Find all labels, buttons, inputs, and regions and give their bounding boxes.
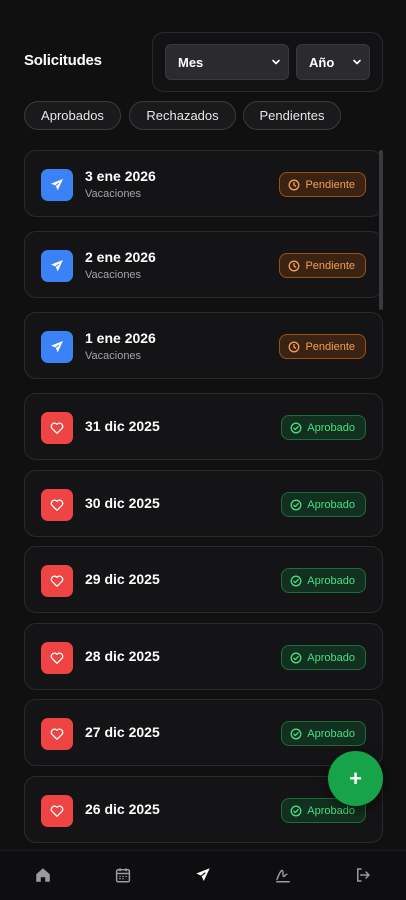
status-badge: Aprobado [281, 721, 366, 746]
check-circle-icon [290, 575, 302, 586]
request-date: 29 dic 2025 [85, 571, 160, 587]
heart-icon [41, 642, 73, 674]
request-type: Vacaciones [85, 350, 142, 362]
header: Solicitudes Mes Año [0, 0, 406, 100]
heart-icon [41, 412, 73, 444]
logout-icon[interactable] [354, 866, 374, 886]
status-badge: Aprobado [281, 415, 366, 440]
chip-pendientes[interactable]: Pendientes [243, 101, 341, 130]
airplane-icon [41, 169, 73, 201]
status-badge: Pendiente [279, 172, 366, 197]
check-circle-icon [290, 805, 302, 816]
date-filter-box: Mes Año [152, 32, 383, 92]
month-select[interactable]: Mes [165, 44, 289, 80]
request-card[interactable]: 3 ene 2026 Vacaciones Pendiente [24, 150, 383, 217]
heart-icon [41, 489, 73, 521]
heart-icon [41, 718, 73, 750]
check-circle-icon [290, 728, 302, 739]
airplane-icon[interactable] [194, 866, 214, 886]
status-label: Aprobado [307, 727, 355, 740]
request-date: 3 ene 2026 [85, 168, 156, 184]
request-type: Vacaciones [85, 269, 142, 281]
status-label: Pendiente [305, 259, 355, 272]
request-card[interactable]: 1 ene 2026 Vacaciones Pendiente [24, 312, 383, 379]
request-card[interactable]: 30 dic 2025 Aprobado [24, 470, 383, 537]
check-circle-icon [290, 422, 302, 433]
bottom-nav [0, 850, 406, 900]
status-label: Aprobado [307, 804, 355, 817]
status-label: Pendiente [305, 340, 355, 353]
check-circle-icon [290, 652, 302, 663]
status-label: Aprobado [307, 498, 355, 511]
signature-icon[interactable] [274, 866, 294, 886]
add-request-button[interactable]: + [328, 751, 383, 806]
request-date: 31 dic 2025 [85, 418, 160, 434]
year-select-label: Año [309, 54, 335, 70]
request-card[interactable]: 2 ene 2026 Vacaciones Pendiente [24, 231, 383, 298]
request-date: 1 ene 2026 [85, 330, 156, 346]
heart-icon [41, 795, 73, 827]
status-badge: Aprobado [281, 645, 366, 670]
request-date: 28 dic 2025 [85, 648, 160, 664]
status-badge: Aprobado [281, 568, 366, 593]
request-card[interactable]: 29 dic 2025 Aprobado [24, 546, 383, 613]
month-select-label: Mes [178, 54, 204, 70]
status-label: Pendiente [305, 178, 355, 191]
status-badge: Pendiente [279, 334, 366, 359]
heart-icon [41, 565, 73, 597]
chevron-down-icon [353, 59, 361, 65]
scrollbar[interactable] [379, 150, 383, 310]
year-select[interactable]: Año [296, 44, 370, 80]
clock-icon [289, 341, 300, 352]
plus-icon: + [349, 765, 362, 791]
request-card[interactable]: 31 dic 2025 Aprobado [24, 393, 383, 460]
request-card[interactable]: 28 dic 2025 Aprobado [24, 623, 383, 690]
clock-icon [289, 179, 300, 190]
status-badge: Pendiente [279, 253, 366, 278]
request-date: 27 dic 2025 [85, 724, 160, 740]
request-date: 30 dic 2025 [85, 495, 160, 511]
page-title: Solicitudes [24, 52, 102, 69]
status-badge: Aprobado [281, 492, 366, 517]
airplane-icon [41, 250, 73, 282]
request-date: 26 dic 2025 [85, 801, 160, 817]
chip-rechazados[interactable]: Rechazados [129, 101, 236, 130]
check-circle-icon [290, 499, 302, 510]
request-date: 2 ene 2026 [85, 249, 156, 265]
status-label: Aprobado [307, 574, 355, 587]
chip-aprobados[interactable]: Aprobados [24, 101, 121, 130]
clock-icon [289, 260, 300, 271]
status-label: Aprobado [307, 651, 355, 664]
request-type: Vacaciones [85, 188, 142, 200]
request-card[interactable]: 27 dic 2025 Aprobado [24, 699, 383, 766]
home-icon[interactable] [34, 866, 54, 886]
status-label: Aprobado [307, 421, 355, 434]
airplane-icon [41, 331, 73, 363]
chevron-down-icon [272, 59, 280, 65]
calendar-icon[interactable] [114, 866, 134, 886]
